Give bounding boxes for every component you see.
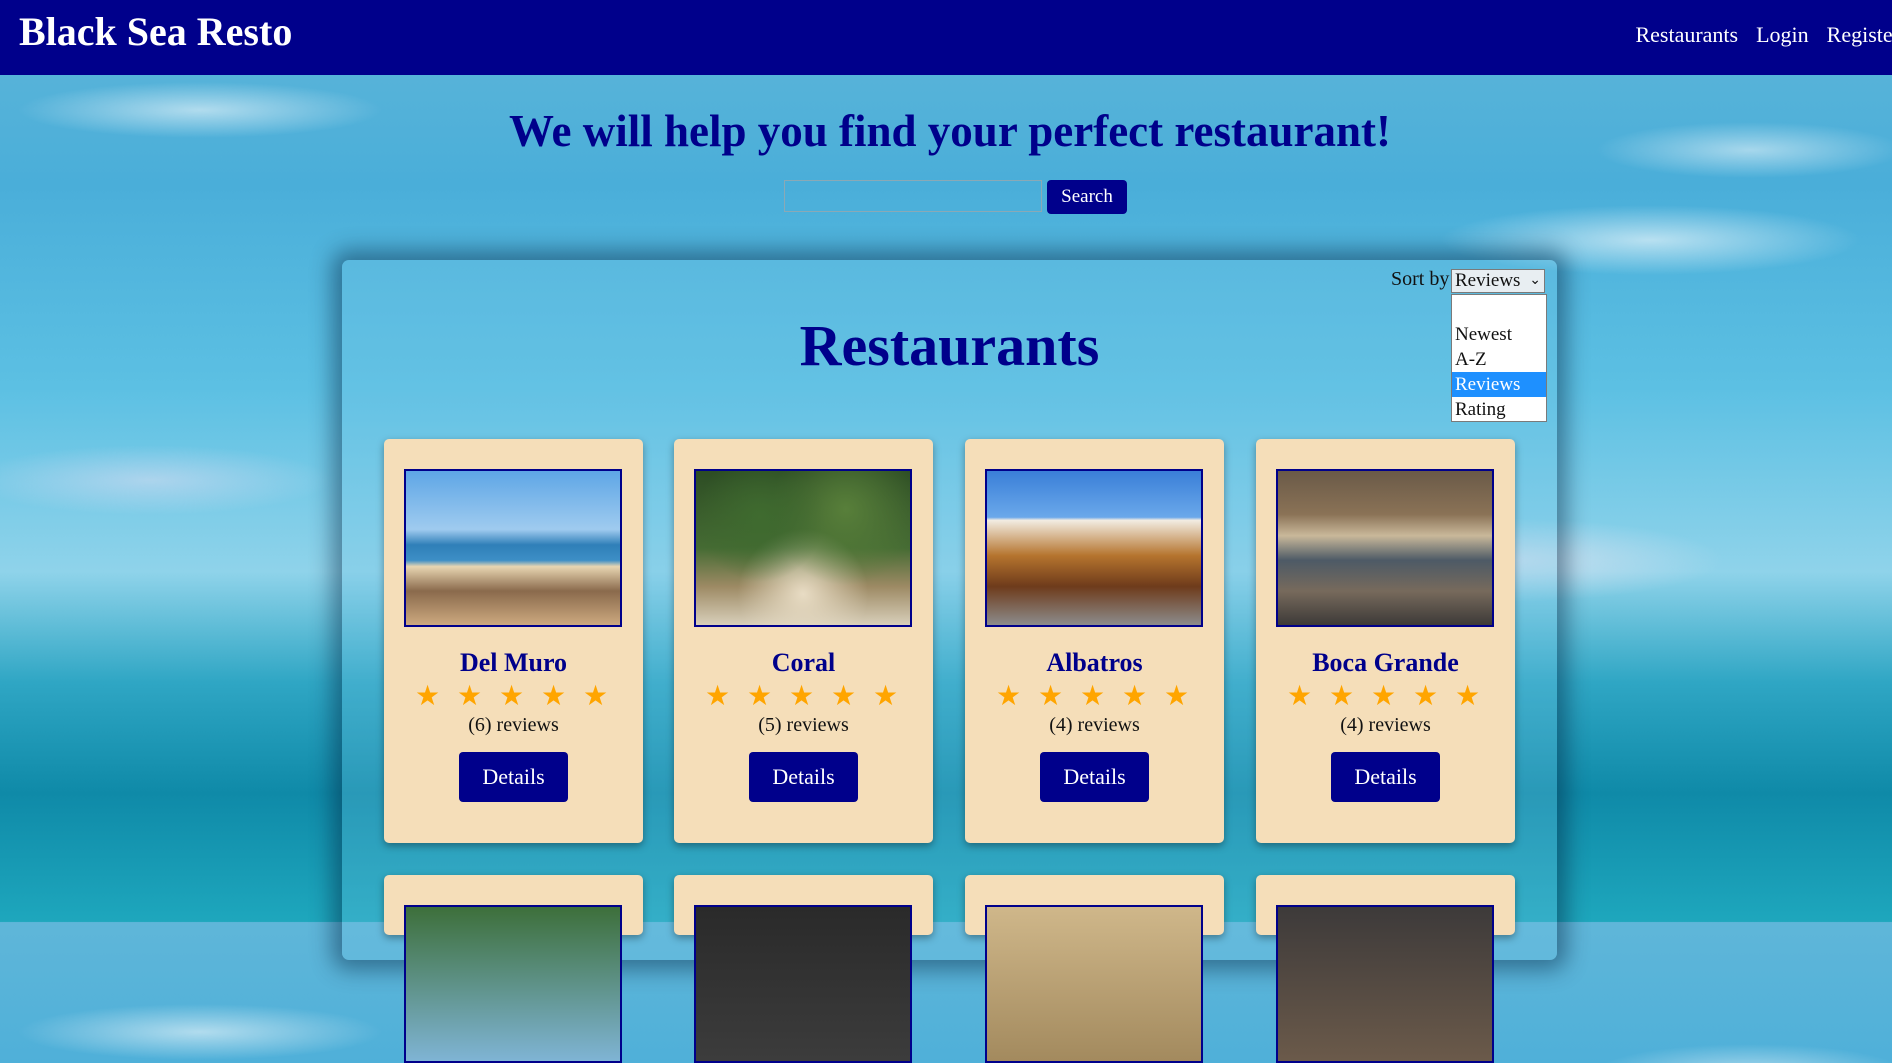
search-button[interactable]: Search xyxy=(1047,180,1127,214)
restaurant-name: Coral xyxy=(771,648,836,677)
restaurant-image[interactable] xyxy=(1276,469,1494,627)
chevron-down-icon: ⌄ xyxy=(1529,273,1541,288)
brand-logo[interactable]: Black Sea Resto xyxy=(19,8,292,55)
restaurant-card-coral: Coral ★ ★ ★ ★ ★ (5) reviews Details xyxy=(674,439,933,843)
nav-register-link[interactable]: Register xyxy=(1827,22,1892,48)
sort-select[interactable]: Reviews ⌄ xyxy=(1451,269,1545,293)
restaurant-card-boca-grande: Boca Grande ★ ★ ★ ★ ★ (4) reviews Detail… xyxy=(1256,439,1515,843)
details-button[interactable]: Details xyxy=(749,752,858,802)
restaurant-image[interactable] xyxy=(985,905,1203,1063)
star-rating: ★ ★ ★ ★ ★ xyxy=(414,679,613,712)
restaurant-image[interactable] xyxy=(694,469,912,627)
main-nav: Restaurants Login Register xyxy=(1621,22,1892,48)
restaurant-name: Boca Grande xyxy=(1312,648,1459,677)
restaurant-name: Del Muro xyxy=(459,648,568,677)
restaurant-card-albatros: Albatros ★ ★ ★ ★ ★ (4) reviews Details xyxy=(965,439,1224,843)
sort-label: Sort by xyxy=(1391,268,1450,290)
restaurant-image[interactable] xyxy=(404,905,622,1063)
restaurant-image[interactable] xyxy=(1276,905,1494,1063)
restaurant-card xyxy=(384,875,643,1063)
review-count: (4) reviews xyxy=(1340,714,1431,736)
sort-option-newest[interactable]: Newest xyxy=(1452,322,1546,347)
details-button[interactable]: Details xyxy=(1331,752,1440,802)
restaurant-card xyxy=(1256,875,1515,1063)
search-input[interactable] xyxy=(784,180,1042,212)
restaurant-name: Albatros xyxy=(1046,648,1143,677)
review-count: (4) reviews xyxy=(1049,714,1140,736)
review-count: (6) reviews xyxy=(468,714,559,736)
details-button[interactable]: Details xyxy=(459,752,568,802)
sort-selected-value: Reviews xyxy=(1455,270,1521,291)
sort-option-reviews[interactable]: Reviews xyxy=(1452,372,1546,397)
star-rating: ★ ★ ★ ★ ★ xyxy=(1286,679,1485,712)
restaurant-card xyxy=(674,875,933,1063)
restaurant-image[interactable] xyxy=(694,905,912,1063)
sort-option-a-z[interactable]: A-Z xyxy=(1452,347,1546,372)
star-rating: ★ ★ ★ ★ ★ xyxy=(995,679,1194,712)
search-bar: Search xyxy=(784,180,1127,214)
panel-title: Restaurants xyxy=(799,313,1100,378)
review-count: (5) reviews xyxy=(758,714,849,736)
restaurant-card-del-muro: Del Muro ★ ★ ★ ★ ★ (6) reviews Details xyxy=(384,439,643,843)
sort-dropdown-list: Newest A-Z Reviews Rating xyxy=(1451,294,1547,422)
hero-title: We will help you find your perfect resta… xyxy=(508,106,1392,156)
star-rating: ★ ★ ★ ★ ★ xyxy=(704,679,903,712)
restaurant-image[interactable] xyxy=(404,469,622,627)
nav-login-link[interactable]: Login xyxy=(1756,22,1809,48)
restaurant-image[interactable] xyxy=(985,469,1203,627)
restaurant-card xyxy=(965,875,1224,1063)
top-navbar: Black Sea Resto Restaurants Login Regist… xyxy=(0,0,1892,75)
nav-restaurants-link[interactable]: Restaurants xyxy=(1635,22,1738,48)
sort-option-rating[interactable]: Rating xyxy=(1452,397,1546,422)
details-button[interactable]: Details xyxy=(1040,752,1149,802)
